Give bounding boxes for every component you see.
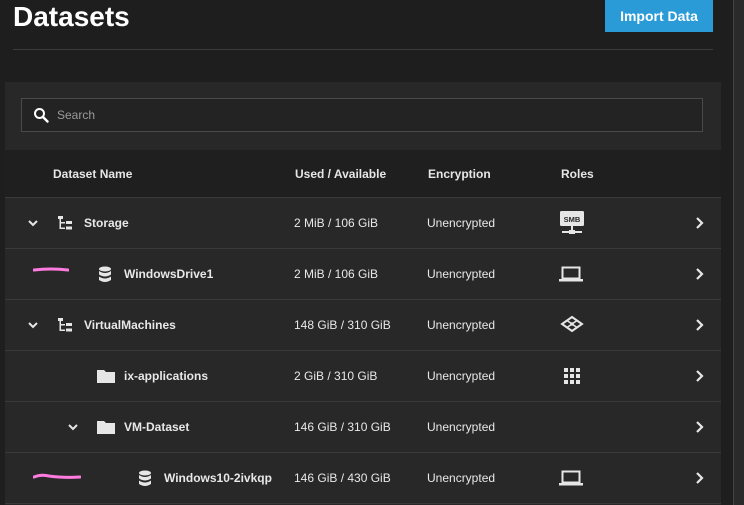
- folder-icon: [97, 370, 115, 383]
- table-row[interactable]: VM-Dataset 146 GiB / 310 GiB Unencrypted: [5, 402, 721, 453]
- table-row[interactable]: Windows10-2ivkqp 146 GiB / 430 GiB Unenc…: [5, 453, 721, 504]
- table-header: Dataset Name Used / Available Encryption…: [5, 150, 721, 198]
- dataset-encryption: Unencrypted: [427, 471, 496, 485]
- dataset-used: 146 GiB / 310 GiB: [294, 420, 391, 434]
- side-scroll-strip: [733, 0, 744, 505]
- title-divider: [13, 49, 713, 50]
- dataset-encryption: Unencrypted: [427, 216, 496, 230]
- dataset-name: Storage: [84, 216, 129, 230]
- page-title: Datasets: [13, 1, 130, 32]
- layers-icon: [560, 315, 584, 333]
- column-header-encryption[interactable]: Encryption: [428, 150, 491, 198]
- search-icon: [34, 108, 49, 123]
- column-header-used[interactable]: Used / Available: [295, 150, 386, 198]
- search-input[interactable]: [55, 107, 702, 123]
- dataset-used: 146 GiB / 430 GiB: [294, 471, 391, 485]
- dataset-used: 2 MiB / 106 GiB: [294, 216, 379, 230]
- dataset-encryption: Unencrypted: [427, 420, 496, 434]
- pink-annotation-mark: [33, 473, 81, 479]
- table-row[interactable]: Storage 2 MiB / 106 GiB Unencrypted SMB: [5, 198, 721, 249]
- chevron-right-icon[interactable]: [693, 318, 707, 332]
- dataset-used: 2 MiB / 106 GiB: [294, 267, 379, 281]
- table-row[interactable]: ix-applications 2 GiB / 310 GiB Unencryp…: [5, 351, 721, 402]
- dataset-used: 2 GiB / 310 GiB: [294, 369, 378, 383]
- dataset-encryption: Unencrypted: [427, 267, 496, 281]
- column-header-name[interactable]: Dataset Name: [53, 150, 132, 198]
- dataset-name: VirtualMachines: [84, 318, 176, 332]
- chevron-right-icon[interactable]: [693, 369, 707, 383]
- table-row[interactable]: WindowsDrive1 2 MiB / 106 GiB Unencrypte…: [5, 249, 721, 300]
- dataset-encryption: Unencrypted: [427, 369, 496, 383]
- column-header-roles[interactable]: Roles: [561, 150, 594, 198]
- dataset-name: WindowsDrive1: [124, 267, 214, 281]
- pool-tree-icon: [58, 318, 72, 332]
- chevron-down-icon[interactable]: [67, 421, 79, 433]
- chevron-down-icon[interactable]: [27, 217, 39, 229]
- dataset-used: 148 GiB / 310 GiB: [294, 318, 391, 332]
- smb-share-icon: SMB: [560, 211, 584, 234]
- chevron-right-icon[interactable]: [693, 267, 707, 281]
- chevron-down-icon[interactable]: [27, 319, 39, 331]
- zvol-database-icon: [139, 470, 151, 486]
- laptop-icon: [559, 266, 583, 282]
- dataset-name: VM-Dataset: [124, 420, 190, 434]
- chevron-right-icon[interactable]: [693, 420, 707, 434]
- table-row[interactable]: VirtualMachines 148 GiB / 310 GiB Unencr…: [5, 300, 721, 351]
- pool-tree-icon: [58, 216, 72, 230]
- dataset-name: Windows10-2ivkqp: [164, 471, 272, 485]
- dataset-encryption: Unencrypted: [427, 318, 496, 332]
- pink-annotation-mark: [33, 267, 69, 272]
- laptop-icon: [559, 470, 583, 486]
- dataset-name: ix-applications: [124, 369, 209, 383]
- zvol-database-icon: [99, 266, 111, 282]
- apps-grid-icon: [564, 368, 580, 384]
- datasets-panel: Dataset Name Used / Available Encryption…: [5, 82, 721, 505]
- search-box[interactable]: [21, 98, 703, 132]
- folder-icon: [97, 421, 115, 434]
- chevron-right-icon[interactable]: [693, 216, 707, 230]
- import-data-button[interactable]: Import Data: [605, 0, 713, 32]
- chevron-right-icon[interactable]: [693, 471, 707, 485]
- smb-role-label: SMB: [564, 215, 581, 224]
